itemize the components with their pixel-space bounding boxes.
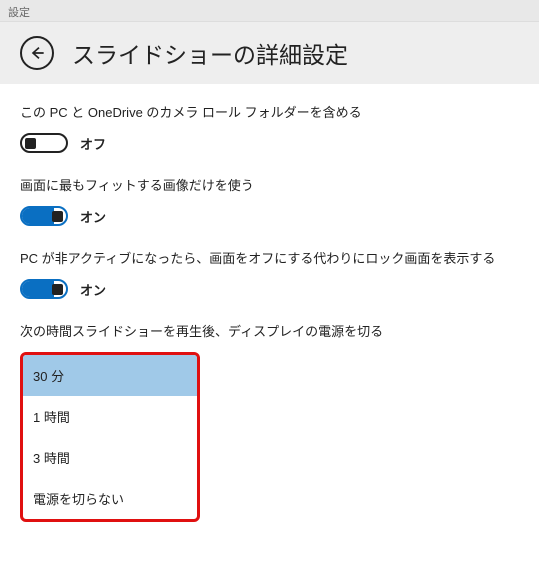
toggle-row: オフ [20, 133, 519, 153]
dropdown-option-3hours[interactable]: 3 時間 [23, 437, 197, 478]
toggle-row: オン [20, 279, 519, 299]
toggle-knob [25, 138, 36, 149]
page-title: スライドショーの詳細設定 [72, 36, 348, 70]
dropdown-option-1hour[interactable]: 1 時間 [23, 396, 197, 437]
settings-content: この PC と OneDrive のカメラ ロール フォルダーを含める オフ 画… [0, 84, 539, 562]
toggle-row: オン [20, 206, 519, 226]
setting-inactive: PC が非アクティブになったら、画面をオフにする代わりにロック画面を表示する オ… [20, 248, 519, 299]
dropdown-option-never[interactable]: 電源を切らない [23, 478, 197, 519]
back-button[interactable] [20, 36, 54, 70]
setting-label: 次の時間スライドショーを再生後、ディスプレイの電源を切る [20, 321, 519, 340]
toggle-knob [52, 284, 63, 295]
toggle-inactive[interactable] [20, 279, 68, 299]
dropdown-container: 30 分 1 時間 3 時間 電源を切らない [20, 352, 519, 522]
setting-label: 画面に最もフィットする画像だけを使う [20, 175, 519, 194]
toggle-camera-roll[interactable] [20, 133, 68, 153]
setting-label: この PC と OneDrive のカメラ ロール フォルダーを含める [20, 102, 519, 121]
setting-camera-roll: この PC と OneDrive のカメラ ロール フォルダーを含める オフ [20, 102, 519, 153]
arrow-left-icon [29, 45, 45, 61]
toggle-state-text: オン [80, 280, 106, 299]
power-off-dropdown[interactable]: 30 分 1 時間 3 時間 電源を切らない [20, 352, 200, 522]
toggle-state-text: オフ [80, 134, 106, 153]
toggle-knob [52, 211, 63, 222]
dropdown-option-30min[interactable]: 30 分 [23, 355, 197, 396]
setting-label: PC が非アクティブになったら、画面をオフにする代わりにロック画面を表示する [20, 248, 519, 267]
toggle-state-text: オン [80, 207, 106, 226]
toggle-fit-screen[interactable] [20, 206, 68, 226]
titlebar: 設定 [0, 0, 539, 22]
page-header: スライドショーの詳細設定 [0, 22, 539, 84]
setting-power-off: 次の時間スライドショーを再生後、ディスプレイの電源を切る 30 分 1 時間 3… [20, 321, 519, 522]
setting-fit-screen: 画面に最もフィットする画像だけを使う オン [20, 175, 519, 226]
